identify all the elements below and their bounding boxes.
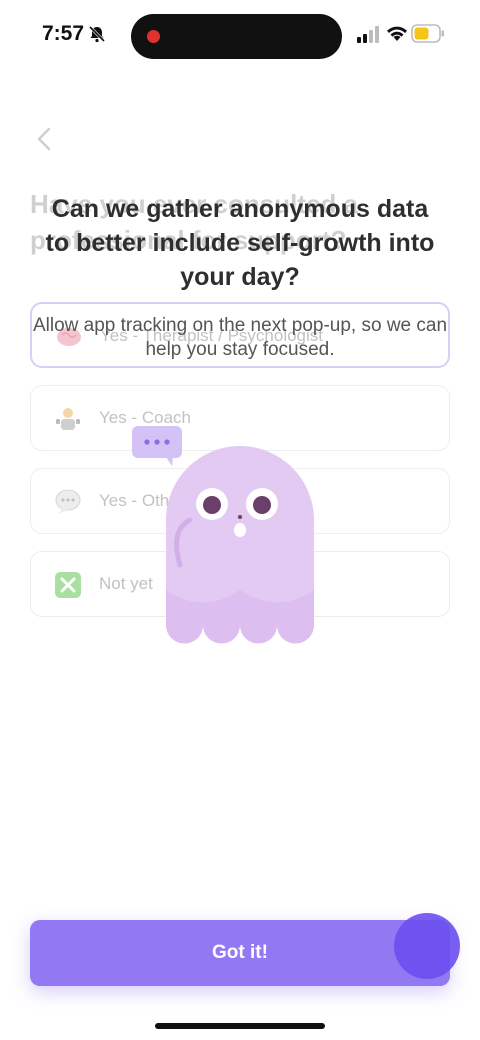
- speech-bubble-icon: [55, 489, 81, 514]
- status-time: 7:57: [42, 22, 85, 45]
- status-bar: 7:57: [0, 0, 480, 70]
- overlay-subtitle: Allow app tracking on the next pop-up, s…: [32, 315, 448, 360]
- home-indicator[interactable]: [155, 1023, 325, 1029]
- overlay-title-line3: your day?: [180, 263, 300, 291]
- coach-icon: [56, 408, 80, 430]
- wifi-icon: [387, 26, 407, 41]
- got-it-button[interactable]: Got it!: [30, 920, 450, 986]
- tap-indicator: [394, 913, 460, 979]
- dynamic-island: [131, 14, 342, 59]
- ghost-mascot: [166, 446, 314, 644]
- back-chevron-icon[interactable]: [34, 126, 56, 152]
- cross-mark-icon: [55, 572, 81, 598]
- overlay-title-line2: to better include self-growth into: [45, 229, 435, 257]
- option-label: Not yet: [99, 574, 153, 593]
- battery-icon: [411, 24, 444, 43]
- silent-bell-icon: [88, 25, 106, 43]
- overlay-title-line1: Can we gather anonymous data: [51, 195, 429, 223]
- cellular-signal-icon: [357, 26, 379, 43]
- recording-indicator: [147, 30, 160, 43]
- overlay-title: Can we gather anonymous data to better i…: [0, 192, 480, 294]
- option-label: Yes - Coach: [99, 408, 191, 427]
